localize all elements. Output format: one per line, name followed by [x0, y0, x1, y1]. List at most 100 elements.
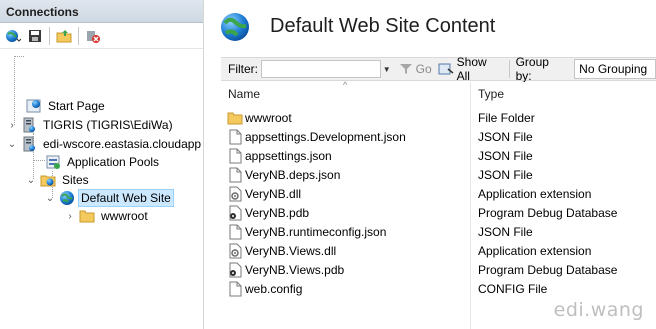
go-button[interactable]: Go [399, 62, 432, 76]
tree-item-label: Sites [62, 173, 89, 187]
tree-item-edi-wscore[interactable]: ⌄ edi-wscore.eastasia.cloudapp [6, 135, 203, 153]
toolbar-separator [49, 26, 50, 45]
content-title-bar: Default Web Site Content [211, 0, 656, 54]
pdb-icon [227, 261, 243, 278]
file-row[interactable]: VeryNB.dll Application extension [221, 184, 656, 203]
expand-arrow-icon[interactable]: › [6, 119, 18, 131]
file-type: JSON File [478, 167, 533, 182]
file-type: Application extension [478, 186, 592, 201]
tree-item-label: TIGRIS (TIGRIS\EdiWa) [43, 118, 173, 132]
expand-arrow-icon[interactable]: › [64, 210, 76, 222]
collapse-arrow-icon[interactable]: ⌄ [6, 138, 18, 150]
tree-item-wwwroot[interactable]: › wwwroot [64, 207, 150, 225]
tree-item-application-pools[interactable]: Application Pools [45, 153, 161, 171]
start-page-icon [26, 98, 42, 114]
file-type: Application extension [478, 243, 592, 258]
chevron-down-icon[interactable]: ▼ [381, 65, 393, 74]
show-all-button[interactable]: Show All [438, 55, 503, 83]
file-row[interactable]: VeryNB.deps.json JSON File [221, 165, 656, 184]
sort-arrow-icon: ^ [343, 80, 348, 90]
tree-item-default-web-site[interactable]: ⌄ Default Web Site [44, 189, 174, 207]
filter-toolbar: Filter: ▼ Go Show All Group by: No Group… [221, 55, 656, 83]
file-type: JSON File [478, 129, 533, 144]
file-name: wwwroot [245, 110, 292, 125]
file-row[interactable]: VeryNB.runtimeconfig.json JSON File [221, 222, 656, 241]
document-icon [227, 147, 243, 164]
connections-pane: Connections Start Page › TIGRIS (TIGRIS\… [0, 0, 204, 329]
toolbar-separator [508, 60, 510, 78]
file-type: JSON File [478, 224, 533, 239]
column-header-type[interactable]: Type [478, 82, 504, 106]
file-type: Program Debug Database [478, 205, 618, 220]
file-type: File Folder [478, 110, 535, 125]
folder-icon [227, 109, 243, 126]
file-type: JSON File [478, 148, 533, 163]
folder-icon [79, 208, 95, 224]
file-name: appsettings.json [245, 148, 332, 163]
tree-item-label: Application Pools [67, 155, 160, 169]
file-row[interactable]: VeryNB.Views.dll Application extension [221, 241, 656, 260]
file-row[interactable]: appsettings.json JSON File [221, 146, 656, 165]
app-pools-icon [45, 154, 61, 170]
iis-manager-window: Connections Start Page › TIGRIS (TIGRIS\… [0, 0, 656, 329]
file-name: VeryNB.pdb [245, 205, 310, 220]
file-row[interactable]: VeryNB.pdb Program Debug Database [221, 203, 656, 222]
file-name: VeryNB.Views.pdb [245, 262, 345, 277]
disconnect-icon[interactable] [83, 26, 103, 46]
toolbar-separator [78, 26, 79, 45]
group-by-label: Group by: [515, 55, 549, 83]
file-row[interactable]: web.config CONFIG File [221, 279, 656, 298]
globe-icon [59, 190, 75, 206]
page-title: Default Web Site Content [270, 15, 496, 37]
filter-input[interactable] [260, 60, 381, 78]
server-icon [21, 136, 37, 152]
show-all-icon [438, 63, 454, 75]
document-icon [227, 128, 243, 145]
folder-up-icon[interactable] [54, 26, 74, 46]
file-row[interactable]: VeryNB.Views.pdb Program Debug Database [221, 260, 656, 279]
funnel-icon [399, 64, 412, 74]
sites-folder-icon [40, 172, 56, 188]
tree-line [33, 160, 45, 161]
server-icon [21, 117, 37, 133]
save-icon[interactable] [25, 26, 45, 46]
dll-icon [227, 185, 243, 202]
group-by-select[interactable]: No Grouping [574, 59, 656, 79]
collapse-arrow-icon[interactable]: ⌄ [25, 174, 37, 186]
tree-item-sites[interactable]: ⌄ Sites [25, 171, 91, 189]
tree-line [14, 56, 24, 57]
tree-item-tigris[interactable]: › TIGRIS (TIGRIS\EdiWa) [6, 116, 175, 134]
tree-item-label: wwwroot [101, 209, 148, 223]
filter-label: Filter: [228, 62, 258, 76]
connections-toolbar [0, 23, 203, 49]
document-icon [227, 166, 243, 183]
connections-header: Connections [0, 0, 203, 23]
file-name: web.config [245, 281, 303, 296]
content-pane: Default Web Site Content Filter: ▼ Go Sh… [211, 0, 656, 329]
tree-item-label: Start Page [48, 99, 105, 113]
column-header-name[interactable]: Name [228, 82, 260, 106]
show-all-label: Show All [456, 55, 487, 83]
dll-icon [227, 242, 243, 259]
watermark: edi.wang [553, 299, 644, 321]
go-label: Go [415, 62, 432, 76]
file-row[interactable]: appsettings.Development.json JSON File [221, 127, 656, 146]
tree-item-start-page[interactable]: Start Page [11, 97, 107, 115]
file-type: Program Debug Database [478, 262, 618, 277]
file-name: VeryNB.Views.dll [245, 243, 337, 258]
file-list: ^ Name Type wwwroot File Folder appsetting… [221, 80, 656, 329]
connect-globe-icon[interactable] [3, 26, 23, 46]
file-name: VeryNB.runtimeconfig.json [245, 224, 387, 239]
tree-expander [11, 100, 23, 112]
collapse-arrow-icon[interactable]: ⌄ [44, 192, 56, 204]
globe-icon [219, 11, 251, 46]
file-name: VeryNB.dll [245, 186, 302, 201]
file-name: VeryNB.deps.json [245, 167, 341, 182]
pdb-icon [227, 204, 243, 221]
document-icon [227, 223, 243, 240]
tree-item-label: edi-wscore.eastasia.cloudapp [43, 137, 202, 151]
document-icon [227, 280, 243, 297]
file-type: CONFIG File [478, 281, 548, 296]
file-row[interactable]: wwwroot File Folder [221, 108, 656, 127]
file-name: appsettings.Development.json [245, 129, 406, 144]
